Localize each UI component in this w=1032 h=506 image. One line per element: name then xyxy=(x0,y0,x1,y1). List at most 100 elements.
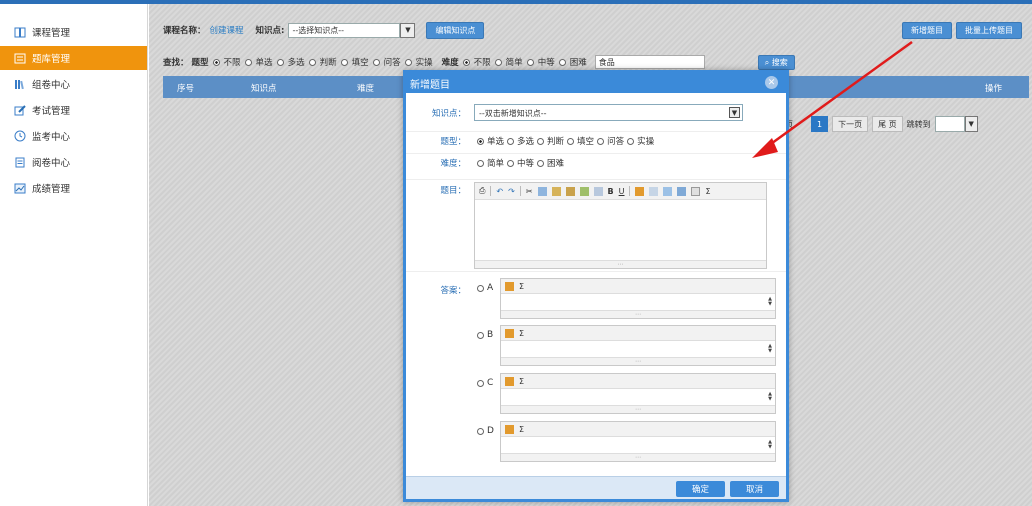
question-editor[interactable]: ⎙ ↶ ↷ ✂ B U Σ ⋯ xyxy=(474,182,767,269)
radio-option-c[interactable] xyxy=(477,379,484,387)
col-difficulty: 难度 xyxy=(357,84,375,94)
formula-icon[interactable]: Σ xyxy=(519,329,524,338)
image-icon[interactable] xyxy=(505,376,514,386)
resize-handle[interactable]: ⋯ xyxy=(501,357,775,365)
sidebar-item-course[interactable]: 课程管理 xyxy=(0,20,147,44)
sidebar-item-label: 考试管理 xyxy=(32,106,71,117)
image-icon[interactable] xyxy=(505,281,514,291)
bold-icon[interactable]: B xyxy=(608,187,614,196)
formula-icon[interactable]: Σ xyxy=(519,377,524,386)
last-page-button[interactable]: 尾 页 xyxy=(872,116,903,132)
spinner-icon[interactable]: ▲ ▼ xyxy=(767,297,773,307)
modal-radio-diff-2[interactable] xyxy=(537,159,545,167)
radio-type-5[interactable] xyxy=(372,58,380,66)
modal-question-label: 题目： xyxy=(440,186,466,196)
radio-diff-3[interactable] xyxy=(558,58,566,66)
formula-icon[interactable]: Σ xyxy=(519,425,524,434)
answer-editor-a[interactable]: Σ ▲ ▼ ⋯ xyxy=(500,278,776,319)
modal-difficulty-row: 难度： 简单 中等 困难 xyxy=(406,153,786,169)
sidebar-item-exam[interactable]: 考试管理 xyxy=(0,98,147,122)
image-icon[interactable] xyxy=(505,328,514,338)
radio-label: 实操 xyxy=(637,137,655,147)
sidebar-item-question-bank[interactable]: 题库管理 xyxy=(0,46,147,70)
edit-kp-button[interactable]: 编辑知识点 xyxy=(426,21,485,39)
answer-editor-c[interactable]: Σ ▲ ▼ ⋯ xyxy=(500,373,776,414)
chart-icon xyxy=(14,182,26,194)
radio-type-3[interactable] xyxy=(308,58,316,66)
resize-handle[interactable]: ⋯ xyxy=(501,405,775,413)
radio-diff-0[interactable] xyxy=(462,58,470,66)
paste-icon[interactable] xyxy=(551,186,561,196)
modal-radio-type-4[interactable] xyxy=(597,137,605,145)
kp-select[interactable]: --选择知识点-- ▼ xyxy=(288,22,416,38)
undo-icon[interactable]: ↶ xyxy=(496,187,503,196)
radio-label: 问答 xyxy=(383,58,401,68)
grid-icon[interactable] xyxy=(677,186,687,196)
radio-type-6[interactable] xyxy=(404,58,412,66)
close-icon[interactable]: ✕ xyxy=(765,76,778,89)
modal-radio-type-2[interactable] xyxy=(537,137,545,145)
radio-type-1[interactable] xyxy=(244,58,252,66)
chevron-down-icon[interactable]: ▼ xyxy=(400,22,416,38)
search-button[interactable]: ⌕ 搜索 xyxy=(757,54,795,70)
chevron-down-icon[interactable]: ▼ xyxy=(964,116,978,132)
search-input[interactable]: 食品 xyxy=(594,55,705,69)
chevron-down-icon[interactable]: ▼ xyxy=(729,107,740,118)
radio-type-2[interactable] xyxy=(276,58,284,66)
resize-handle[interactable]: ⋯ xyxy=(475,260,766,268)
spinner-icon[interactable]: ▲ ▼ xyxy=(767,440,773,450)
source-icon[interactable]: ⎙ xyxy=(479,186,485,196)
modal-radio-type-0[interactable] xyxy=(477,137,484,145)
paste-text-icon[interactable] xyxy=(565,186,575,196)
preview-icon[interactable] xyxy=(691,186,701,196)
radio-type-4[interactable] xyxy=(340,58,348,66)
cut-icon[interactable]: ✂ xyxy=(526,187,533,196)
answer-editor-b[interactable]: Σ ▲ ▼ ⋯ xyxy=(500,325,776,366)
radio-option-a[interactable] xyxy=(477,284,484,292)
image-icon[interactable] xyxy=(635,186,645,196)
next-page-button[interactable]: 下一页 xyxy=(832,116,869,132)
image-icon[interactable] xyxy=(505,424,514,434)
new-question-button[interactable]: 新增题目 xyxy=(902,22,952,39)
spinner-icon[interactable]: ▲ ▼ xyxy=(767,344,773,354)
find-label: 查找： xyxy=(163,58,189,68)
cancel-button[interactable]: 取消 xyxy=(730,481,779,497)
batch-upload-button[interactable]: 批量上传题目 xyxy=(956,22,1022,39)
confirm-button[interactable]: 确定 xyxy=(676,481,725,497)
media-icon[interactable] xyxy=(649,186,659,196)
radio-diff-2[interactable] xyxy=(526,58,534,66)
modal-radio-type-1[interactable] xyxy=(507,137,515,145)
page-current[interactable]: 1 xyxy=(811,116,829,132)
table-icon[interactable] xyxy=(593,186,603,196)
modal-radio-diff-1[interactable] xyxy=(507,159,515,167)
sidebar-item-scores[interactable]: 成绩管理 xyxy=(0,176,147,200)
modal-radio-type-3[interactable] xyxy=(567,137,575,145)
sidebar-item-grading[interactable]: 阅卷中心 xyxy=(0,150,147,174)
radio-option-b[interactable] xyxy=(477,331,484,339)
paste-word-icon[interactable] xyxy=(579,186,589,196)
underline-icon[interactable]: U xyxy=(619,187,625,196)
resize-handle[interactable]: ⋯ xyxy=(501,310,775,318)
copy-icon[interactable] xyxy=(537,186,547,196)
sidebar-item-paper[interactable]: 组卷中心 xyxy=(0,72,147,96)
redo-icon[interactable]: ↷ xyxy=(508,187,515,196)
link-icon[interactable] xyxy=(663,186,673,196)
create-course-link[interactable]: 创建课程 xyxy=(210,24,244,36)
resize-handle[interactable]: ⋯ xyxy=(501,453,775,461)
modal-radio-diff-0[interactable] xyxy=(477,159,484,167)
answer-editor-d[interactable]: Σ ▲ ▼ ⋯ xyxy=(500,421,776,462)
modal-difficulty-label: 难度： xyxy=(440,159,466,169)
radio-type-0[interactable] xyxy=(212,58,220,66)
sidebar-item-proctor[interactable]: 监考中心 xyxy=(0,124,147,148)
jump-select[interactable]: ▼ xyxy=(934,116,978,132)
radio-diff-1[interactable] xyxy=(494,58,502,66)
question-bank-icon xyxy=(14,52,26,64)
spinner-icon[interactable]: ▲ ▼ xyxy=(767,392,773,402)
radio-label: 多选 xyxy=(517,137,535,147)
formula-icon[interactable]: Σ xyxy=(705,187,710,196)
modal-kp-select[interactable]: --双击新增知识点-- ▼ xyxy=(474,104,743,121)
formula-icon[interactable]: Σ xyxy=(519,282,524,291)
modal-radio-type-5[interactable] xyxy=(627,137,635,145)
option-letter: D xyxy=(487,426,494,436)
radio-option-d[interactable] xyxy=(477,427,484,435)
